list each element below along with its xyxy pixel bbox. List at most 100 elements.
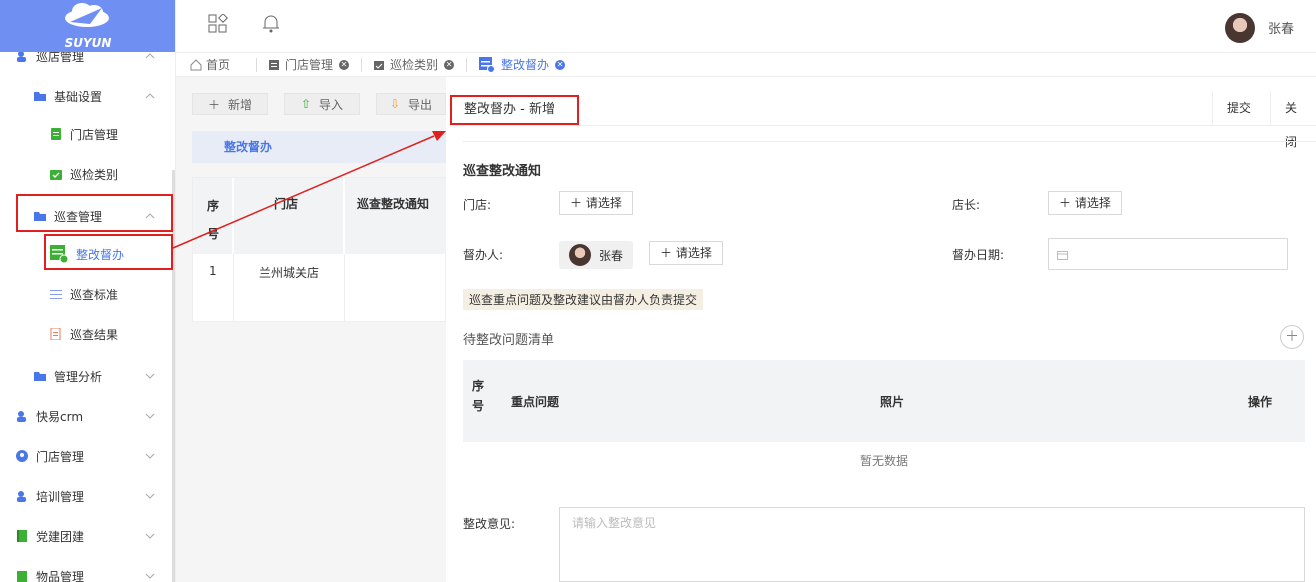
sidebar-item-inspection-standard[interactable]: 巡查标准 (0, 274, 175, 314)
highlight-box (44, 234, 173, 270)
chevron-down-icon (145, 453, 155, 459)
add-button[interactable]: ＋ 新增 (192, 93, 268, 115)
store-label: 门店: (463, 198, 492, 212)
submit-button[interactable]: 提交 (1212, 91, 1265, 125)
tab-label: 巡检类别 (390, 58, 439, 72)
tab-rectification-supervision[interactable]: 整改督办 ✕ (479, 53, 566, 77)
sidebar-item-label: 快易crm (36, 409, 84, 424)
top-header: 张春 (176, 0, 1316, 52)
tab-home[interactable]: 首页 (190, 53, 230, 77)
sidebar-item-label: 培训管理 (36, 489, 85, 504)
column-header-index[interactable]: 序号 (193, 178, 233, 254)
sidebar-item-label: 巡查标准 (70, 287, 119, 302)
opinion-textarea[interactable]: 请输入整改意见 (559, 507, 1305, 582)
sidebar-item-crm[interactable]: 快易crm (0, 396, 175, 436)
sidebar-item-store-admin[interactable]: 门店管理 (0, 436, 175, 476)
export-button-label: 导出 (408, 97, 433, 112)
bell-icon[interactable] (262, 14, 280, 34)
sidebar-item-training[interactable]: 培训管理 (0, 476, 175, 516)
plus-icon: ＋ (1059, 196, 1072, 210)
users-icon (17, 491, 26, 502)
plus-icon: ＋ (660, 246, 673, 260)
tab-label: 门店管理 (285, 58, 334, 72)
sidebar-item-management-analysis[interactable]: 管理分析 (0, 356, 175, 396)
export-button[interactable]: ⇩ 导出 (376, 93, 446, 115)
manager-select-button[interactable]: ＋ 请选择 (1048, 191, 1122, 215)
folder-icon (34, 372, 46, 381)
tab-store-management[interactable]: 门店管理 ✕ (269, 53, 350, 77)
opinion-label: 整改意见: (463, 517, 516, 531)
close-button[interactable]: 关闭 (1270, 91, 1316, 149)
column-header-index: 序号 (472, 379, 485, 413)
sidebar-item-label: 物品管理 (36, 569, 85, 582)
column-header-notice[interactable]: 巡查整改通知 (345, 178, 447, 254)
cloud-logo-icon (65, 3, 109, 27)
table-row[interactable]: 1 兰州城关店 (193, 254, 447, 322)
column-header-action: 操作 (1248, 395, 1273, 409)
close-tab-icon[interactable]: ✕ (339, 59, 350, 70)
import-button[interactable]: ⇧ 导入 (284, 93, 360, 115)
apps-grid-icon[interactable] (208, 14, 228, 34)
tab-inspection-category[interactable]: 巡检类别 ✕ (374, 53, 455, 77)
sidebar-item-label: 巡查结果 (70, 327, 119, 342)
user-avatar[interactable] (1225, 13, 1255, 43)
sidebar-item-inspection-category[interactable]: 巡检类别 (0, 154, 175, 194)
calendar-icon (1057, 251, 1068, 260)
supervisor-select-button[interactable]: ＋ 请选择 (649, 241, 723, 265)
add-button-label: 新增 (228, 97, 253, 112)
chevron-down-icon (145, 373, 155, 379)
data-grid: 序号 门店 巡查整改通知 1 兰州城关店 (192, 177, 447, 322)
logo: SUYUN (0, 0, 175, 52)
sidebar-item-label: 门店管理 (36, 449, 85, 464)
user-name[interactable]: 张春 (1268, 18, 1294, 37)
issues-table-header: 序号 重点问题 照片 操作 (463, 360, 1305, 442)
sidebar-item-label: 党建团建 (36, 529, 85, 544)
sidebar-item-basic-settings[interactable]: 基础设置 (0, 76, 175, 116)
calendar-check-icon (50, 170, 62, 180)
list-icon (50, 290, 62, 299)
hint-text: 巡查重点问题及整改建议由督办人负责提交 (463, 289, 704, 310)
date-picker[interactable] (1048, 238, 1288, 270)
column-header-photo: 照片 (880, 395, 905, 409)
calendar-check-icon (374, 60, 385, 70)
sidebar-item-store-management[interactable]: 门店管理 (0, 114, 175, 154)
user-circle-icon (16, 450, 28, 462)
tree-title[interactable]: 整改督办 (192, 131, 446, 163)
chevron-up-icon (145, 93, 155, 99)
store-select-button[interactable]: ＋ 请选择 (559, 191, 633, 215)
close-tab-icon[interactable]: ✕ (444, 59, 455, 70)
report-icon (50, 328, 61, 340)
column-header-store[interactable]: 门店 (234, 178, 344, 254)
column-header-issue: 重点问题 (511, 395, 560, 409)
manager-label: 店长: (952, 198, 981, 212)
home-icon (190, 58, 202, 70)
form-title: 整改督办 - 新增 (450, 95, 579, 125)
section-title: 巡查整改通知 (463, 164, 542, 179)
book-icon (17, 530, 27, 542)
sidebar-item-inspection-result[interactable]: 巡查结果 (0, 314, 175, 354)
users-icon (17, 411, 26, 422)
issues-title: 待整改问题清单 (463, 333, 555, 348)
sidebar: 巡店管理 SUYUN 基础设置 门店管理 巡检类别 巡查管理 整改督办 巡查标准… (0, 0, 176, 582)
plus-icon: ＋ (207, 97, 220, 112)
sidebar-item-label: 基础设置 (54, 89, 103, 104)
chevron-down-icon (145, 573, 155, 579)
upload-icon: ⇧ (300, 97, 312, 111)
plus-icon: ＋ (570, 196, 583, 210)
highlight-box (16, 194, 173, 232)
add-issue-button[interactable]: ＋ (1280, 325, 1304, 349)
sidebar-item-label: 门店管理 (70, 127, 119, 142)
row-store: 兰州城关店 (259, 266, 320, 280)
document-icon (269, 59, 280, 70)
sidebar-item-party-building[interactable]: 党建团建 (0, 516, 175, 556)
box-icon (17, 571, 27, 582)
folder-icon (34, 92, 46, 101)
supervisor-chip[interactable]: 张春 (559, 241, 634, 269)
tab-label: 首页 (206, 58, 231, 72)
close-tab-icon[interactable]: ✕ (555, 59, 566, 70)
sidebar-item-goods[interactable]: 物品管理 (0, 556, 175, 582)
empty-state: 暂无数据 (859, 454, 908, 468)
supervisor-label: 督办人: (463, 248, 504, 262)
tab-bar: 首页 门店管理 ✕ 巡检类别 ✕ 整改督办 ✕ (176, 52, 1316, 77)
avatar (569, 244, 591, 266)
